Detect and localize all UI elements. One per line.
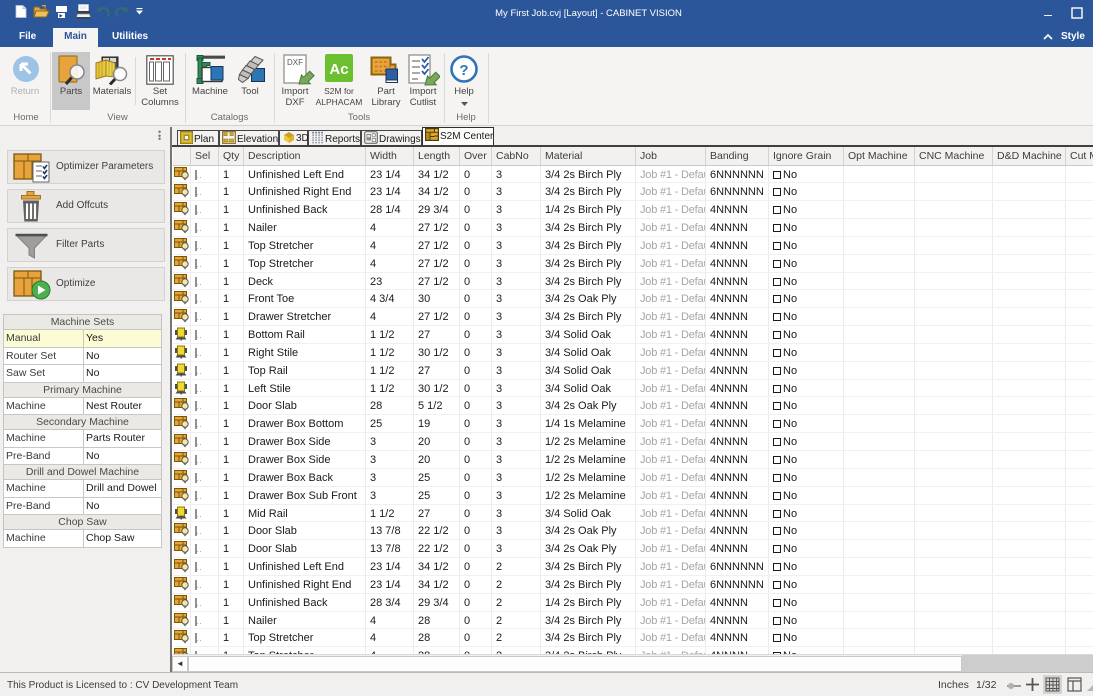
svg-text:DXF: DXF xyxy=(287,58,303,67)
svg-text:Ac: Ac xyxy=(329,61,348,78)
svg-text:?: ? xyxy=(459,62,468,79)
